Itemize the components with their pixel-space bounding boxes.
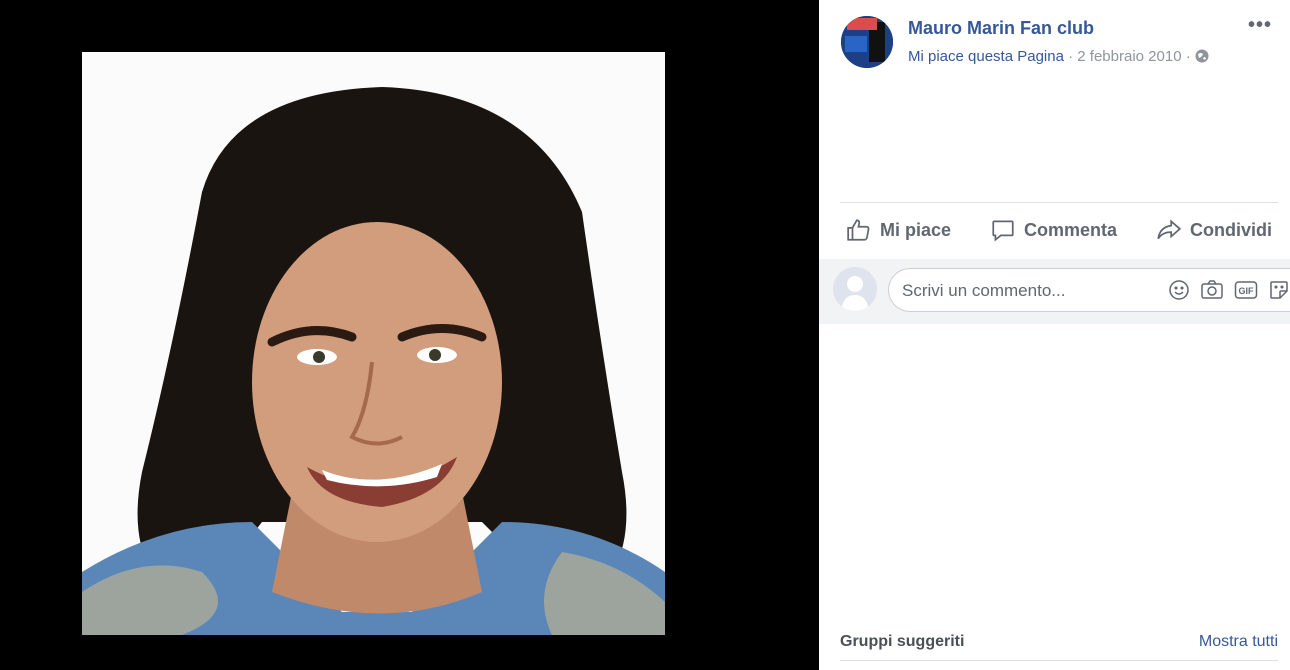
photo-viewer	[0, 0, 819, 670]
page-name-link[interactable]: Mauro Marin Fan club	[908, 18, 1094, 39]
comment-tools: GIF	[1168, 279, 1290, 306]
meta-separator-2: ·	[1181, 48, 1195, 65]
emoji-icon[interactable]	[1168, 279, 1190, 306]
see-all-link[interactable]: Mostra tutti	[1199, 633, 1278, 651]
portrait-image	[82, 52, 665, 635]
post-photo[interactable]	[82, 52, 665, 635]
comment-button[interactable]: Commenta	[984, 217, 1123, 243]
camera-icon[interactable]	[1200, 279, 1224, 306]
divider	[840, 660, 1278, 661]
post-meta: Mi piace questa Pagina · 2 febbraio 2010…	[908, 48, 1209, 67]
comment-input[interactable]: Scrivi un commento... GIF	[888, 268, 1290, 312]
post-date[interactable]: 2 febbraio 2010	[1077, 48, 1181, 65]
share-label: Condividi	[1189, 219, 1272, 240]
comment-icon	[990, 217, 1016, 243]
globe-icon	[1195, 49, 1209, 67]
share-icon	[1156, 217, 1182, 243]
share-button[interactable]: Condividi	[1150, 217, 1278, 243]
user-avatar	[833, 267, 877, 311]
like-label: Mi piace	[880, 219, 952, 240]
post-actions: Mi piace Commenta Condividi	[840, 206, 1278, 254]
divider	[840, 202, 1278, 203]
thumbs-up-icon	[846, 217, 872, 243]
page-avatar[interactable]	[841, 16, 893, 68]
sticker-icon[interactable]	[1268, 279, 1290, 306]
comment-placeholder: Scrivi un commento...	[902, 281, 1066, 300]
comment-label: Commenta	[1024, 219, 1118, 240]
svg-text:GIF: GIF	[1239, 286, 1255, 296]
comment-composer: Scrivi un commento... GIF	[819, 259, 1290, 324]
post-sidebar: Mauro Marin Fan club Mi piace questa Pag…	[819, 0, 1290, 670]
suggested-groups-title: Gruppi suggeriti	[840, 633, 965, 650]
more-options-icon[interactable]: •••	[1248, 14, 1272, 37]
gif-icon[interactable]: GIF	[1234, 279, 1258, 306]
like-button[interactable]: Mi piace	[840, 217, 957, 243]
meta-separator: ·	[1063, 48, 1078, 65]
like-page-link[interactable]: Mi piace questa Pagina	[908, 48, 1064, 65]
